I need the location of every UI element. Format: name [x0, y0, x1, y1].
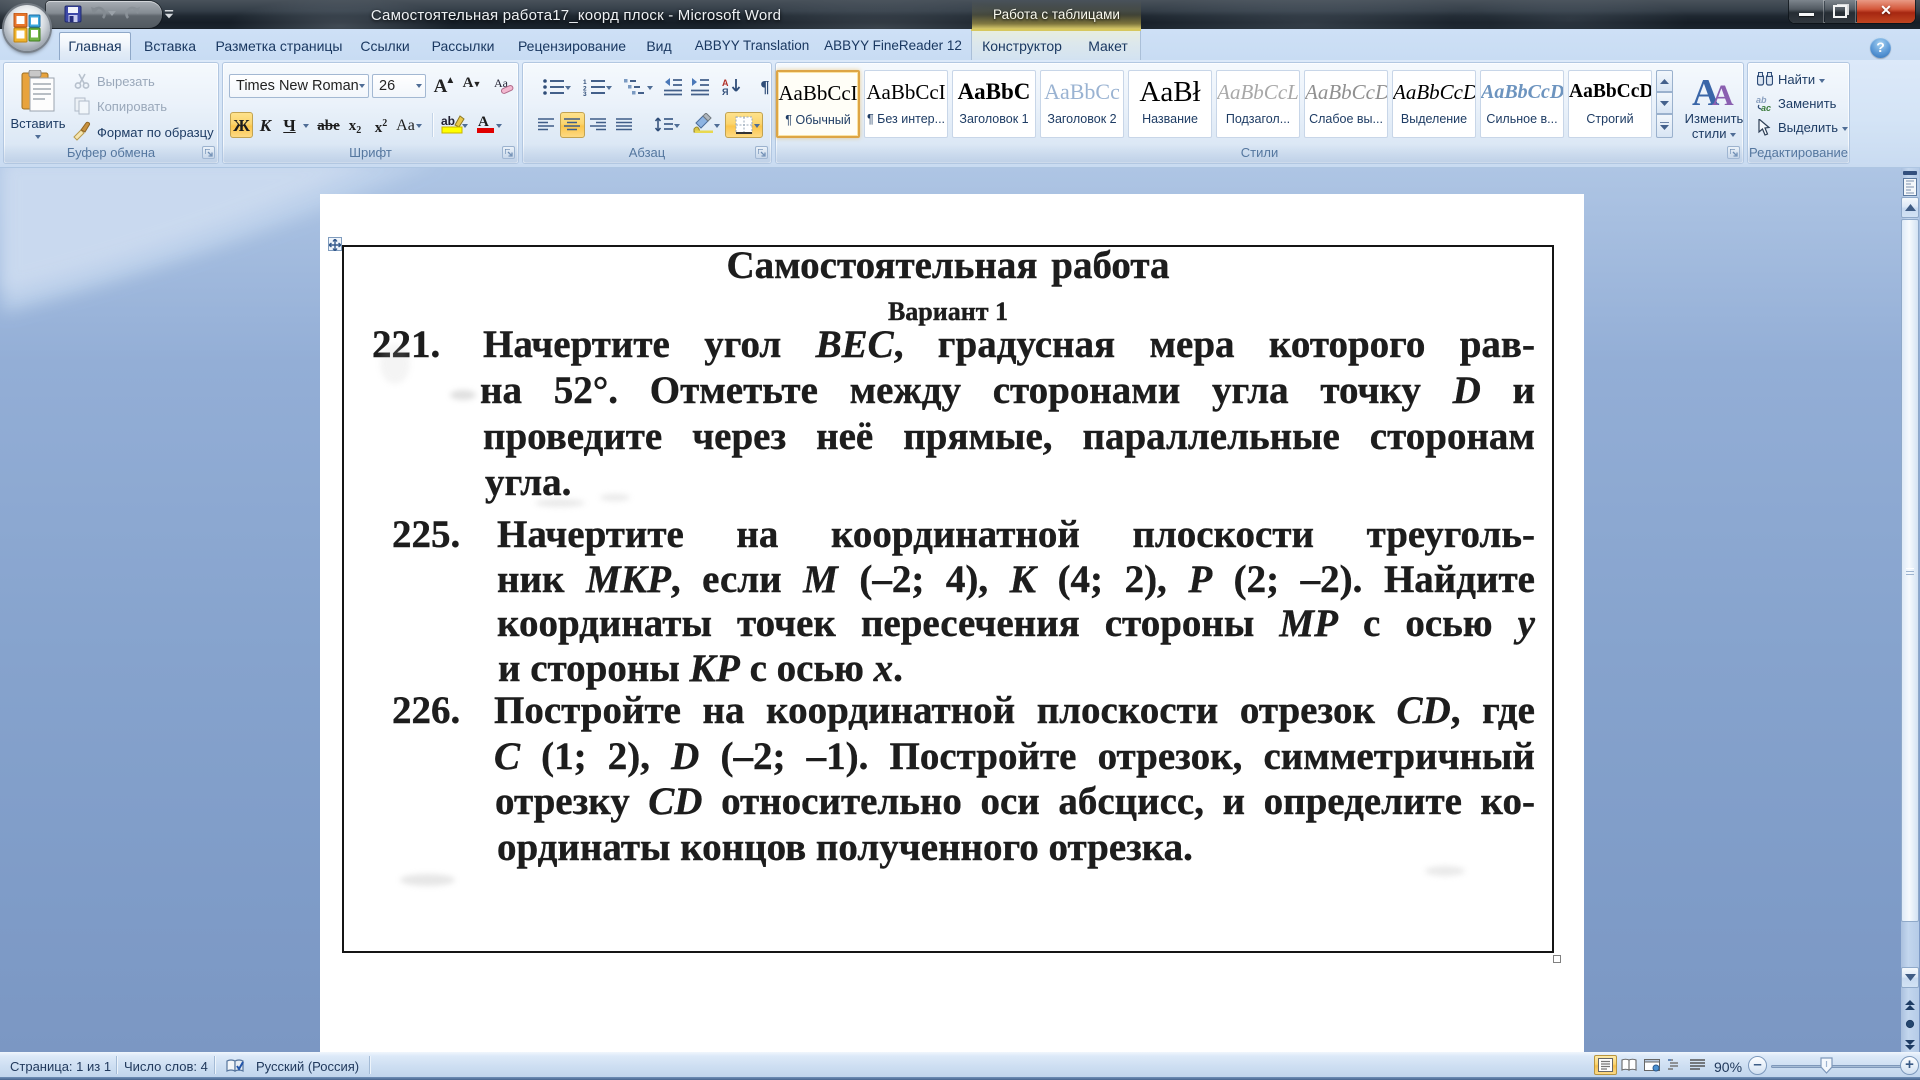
- svg-text:A: A: [1712, 79, 1734, 109]
- svg-text:ab: ab: [441, 114, 455, 128]
- svg-text:A: A: [478, 114, 489, 130]
- svg-text:ac: ac: [1761, 103, 1771, 111]
- svg-text:3: 3: [583, 91, 587, 96]
- svg-text:Я: Я: [722, 87, 728, 96]
